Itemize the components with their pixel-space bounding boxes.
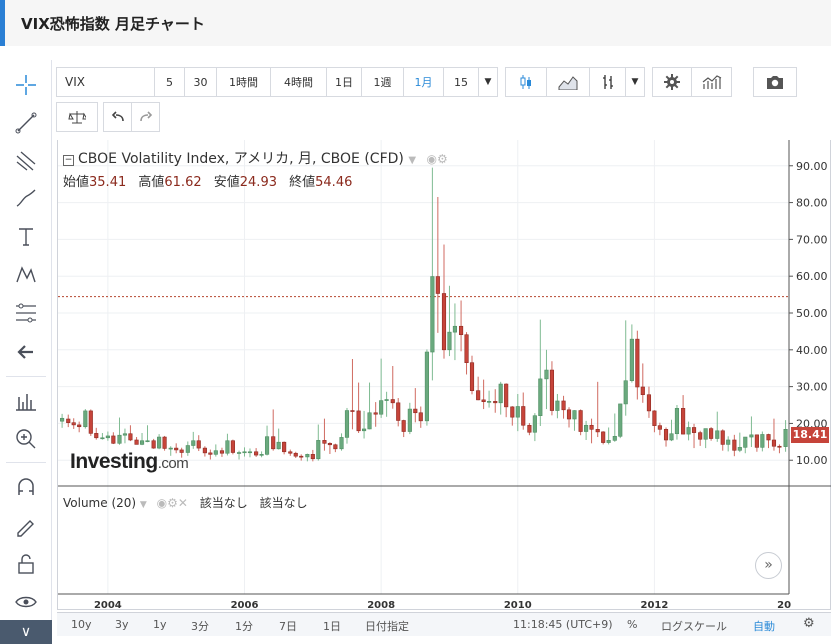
log-scale-toggle[interactable]: ログスケール — [661, 618, 727, 634]
interval-1w[interactable]: 1週 — [361, 67, 404, 97]
interval-4h[interactable]: 4時間 — [270, 67, 327, 97]
magnet-icon[interactable] — [13, 475, 39, 501]
low-label: 安値 — [213, 175, 240, 190]
page-title: VIX恐怖指数 月足チャート — [21, 15, 205, 33]
fib-icon[interactable] — [13, 300, 39, 326]
range-1d[interactable]: 1日 — [323, 618, 341, 634]
indicators-icon[interactable] — [691, 67, 732, 97]
interval-30[interactable]: 30 — [184, 67, 217, 97]
bottom-bar: 10y 3y 1y 3分 1分 7日 1日 日付指定 11:18:45 (UTC… — [57, 612, 831, 636]
divider — [6, 376, 46, 377]
range-7d[interactable]: 7日 — [279, 618, 297, 634]
interval-1h[interactable]: 1時間 — [216, 67, 271, 97]
gear-icon[interactable]: ⚙ — [803, 616, 815, 631]
trend-line-icon[interactable] — [13, 110, 39, 136]
undo-icon[interactable] — [103, 102, 132, 132]
volume-visibility-icon[interactable]: ◉⚙✕ — [157, 496, 188, 510]
chart-frame — [57, 140, 831, 610]
scroll-to-latest-button[interactable]: » — [755, 552, 782, 579]
bars-icon[interactable] — [589, 67, 626, 97]
investing-logo: Investing.com — [70, 450, 189, 473]
auto-scale-toggle[interactable]: 自動 — [753, 618, 775, 634]
area-chart-icon[interactable] — [546, 67, 590, 97]
series-name: CBOE Volatility Index, アメリカ, 月, CBOE (CF… — [78, 151, 404, 167]
close-value: 54.46 — [315, 175, 353, 190]
scale-icon[interactable] — [56, 102, 98, 132]
date-range-picker[interactable]: 日付指定 — [365, 618, 409, 634]
low-value: 24.93 — [239, 175, 277, 190]
volume-legend: Volume (20) ▼ ◉⚙✕ 該当なし 該当なし — [63, 494, 308, 511]
last-price-label: 18.41 — [791, 427, 829, 443]
range-1y[interactable]: 1y — [153, 618, 167, 631]
collapse-icon[interactable]: − — [63, 155, 74, 166]
close-label: 終値 — [289, 175, 316, 190]
interval-1m[interactable]: 1月 — [403, 67, 444, 97]
chart-toolbar-2 — [56, 102, 160, 132]
interval-dropdown-icon[interactable]: ▼ — [478, 67, 498, 97]
chart-toolbar: VIX 5 30 1時間 4時間 1日 1週 1月 15 ▼ ▼ — [56, 67, 797, 97]
percent-toggle[interactable]: % — [627, 618, 637, 631]
high-value: 61.62 — [164, 175, 202, 190]
symbol-input[interactable]: VIX — [56, 67, 155, 97]
crosshair-icon[interactable] — [13, 72, 39, 98]
redo-icon[interactable] — [131, 102, 160, 132]
clock: 11:18:45 (UTC+9) — [513, 618, 613, 631]
ohlc-values: 始値35.41 高値61.62 安値24.93 終値54.46 — [63, 171, 360, 190]
open-label: 始値 — [63, 175, 90, 190]
interval-15[interactable]: 15 — [443, 67, 479, 97]
pitchfork-icon[interactable] — [13, 148, 39, 174]
range-3m[interactable]: 3分 — [191, 618, 209, 634]
pencil-lock-icon[interactable] — [13, 513, 39, 539]
eye-icon[interactable] — [13, 589, 39, 615]
candles-icon[interactable] — [505, 67, 547, 97]
interval-1d[interactable]: 1日 — [326, 67, 362, 97]
measure-icon[interactable] — [13, 388, 39, 414]
volume-dropdown-icon[interactable]: ▼ — [140, 500, 147, 510]
unlock-icon[interactable] — [13, 551, 39, 577]
brush-icon[interactable] — [13, 186, 39, 212]
interval-5[interactable]: 5 — [154, 67, 185, 97]
zoom-in-icon[interactable] — [13, 426, 39, 452]
pattern-icon[interactable] — [13, 262, 39, 288]
range-10y[interactable]: 10y — [71, 618, 92, 631]
open-value: 35.41 — [89, 175, 127, 190]
chart-type-dropdown-icon[interactable]: ▼ — [625, 67, 645, 97]
drawing-toolbar — [0, 60, 52, 644]
settings-icon[interactable]: ⚙ — [437, 152, 448, 166]
volume-label: Volume (20) — [63, 496, 137, 510]
visibility-icon[interactable]: ◉ — [427, 152, 437, 166]
chevron-down-icon[interactable]: ∨ — [0, 620, 52, 644]
legend-dropdown-icon[interactable]: ▼ — [408, 155, 416, 166]
volume-na-2: 該当なし — [259, 496, 308, 510]
range-1m[interactable]: 1分 — [235, 618, 253, 634]
arrow-left-icon[interactable] — [13, 339, 39, 365]
text-icon[interactable] — [13, 224, 39, 250]
series-legend: − CBOE Volatility Index, アメリカ, 月, CBOE (C… — [63, 148, 448, 168]
title-bar: VIX恐怖指数 月足チャート — [0, 0, 831, 46]
high-label: 高値 — [138, 175, 165, 190]
camera-icon[interactable] — [753, 67, 797, 97]
range-3y[interactable]: 3y — [115, 618, 129, 631]
divider — [6, 462, 46, 463]
volume-na-1: 該当なし — [199, 496, 248, 510]
gear-icon[interactable] — [652, 67, 692, 97]
